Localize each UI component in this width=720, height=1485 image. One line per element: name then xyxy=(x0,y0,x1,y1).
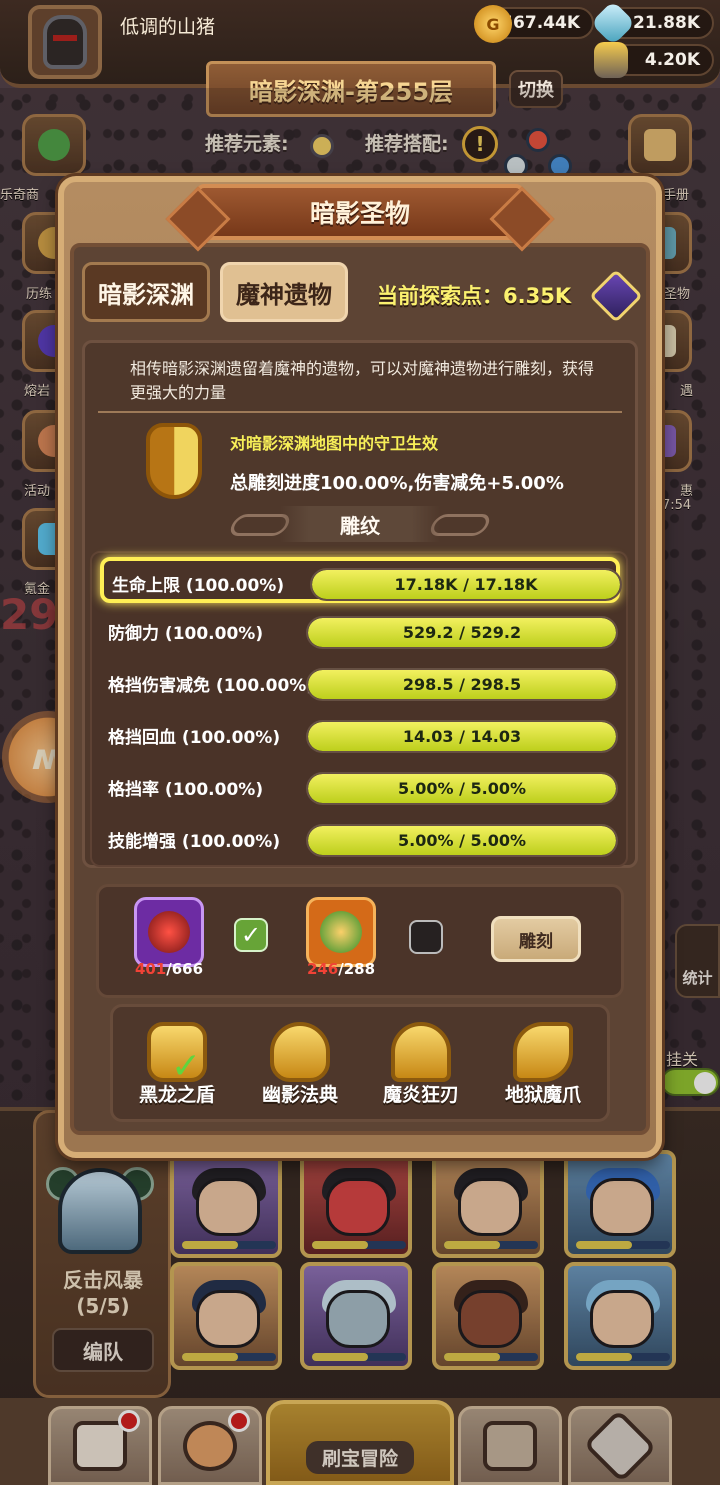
material-have-2: 246 xyxy=(306,960,339,978)
progress-value: 5.00% / 5.00% xyxy=(398,779,526,798)
relic-effect: 对暗影深渊地图中的守卫生效 xyxy=(230,434,439,453)
diamond-icon xyxy=(590,0,636,46)
progress-value: 298.5 / 298.5 xyxy=(402,675,522,694)
explore-points: 当前探索点：6.35K xyxy=(377,280,571,310)
golden-claw-icon xyxy=(513,1022,573,1082)
bag-amount: 4.20K xyxy=(644,50,700,70)
relic-black-dragon-shield[interactable]: ✓ 黑龙之盾 xyxy=(122,1022,232,1114)
relic-hell-claw[interactable]: 地狱魔爪 xyxy=(488,1022,598,1114)
material-count-1: 401/666 xyxy=(124,960,214,978)
stat-label: 生命上限 (100.00%) xyxy=(112,576,285,596)
progress-bar: 298.5 / 298.5 xyxy=(306,668,618,701)
description-divider xyxy=(98,411,622,413)
stat-label: 格挡回血 (100.00%) xyxy=(108,728,281,748)
material-checkbox-1[interactable]: ✓ xyxy=(234,918,268,952)
relic-demon-flame-blade[interactable]: 魔炎狂刃 xyxy=(366,1022,476,1114)
gold-counter[interactable]: G 567.44K xyxy=(474,5,594,43)
relic-name: 黑龙之盾 xyxy=(138,1084,215,1106)
material-total-2: /288 xyxy=(338,960,376,978)
purple-eye-icon[interactable] xyxy=(134,897,204,967)
dialog-title: 暗影圣物 xyxy=(196,184,524,240)
stat-row-block-heal[interactable]: 格挡回血 (100.00%) 14.03 / 14.03 xyxy=(100,713,620,759)
material-count-2: 246/288 xyxy=(296,960,386,978)
tab-demon-relics[interactable]: 魔神遗物 xyxy=(220,262,348,322)
carving-section-title: 雕纹 xyxy=(280,506,440,542)
progress-bar: 5.00% / 5.00% xyxy=(306,772,618,805)
stat-row-block-rate[interactable]: 格挡率 (100.00%) 5.00% / 5.00% xyxy=(100,765,620,811)
progress-value: 5.00% / 5.00% xyxy=(398,831,526,850)
total-carving-progress: 总雕刻进度100.00%,伤害减免+5.00% xyxy=(230,473,564,494)
player-name: 低调的山猪 xyxy=(120,16,216,38)
relic-description: 相传暗影深渊遗留着魔神的遗物，可以对魔神遗物进行雕刻，获得更强大的力量 xyxy=(130,359,595,402)
stat-row-block-damage-reduction[interactable]: 格挡伤害减免 (100.00%) 298.5 / 298.5 xyxy=(100,661,620,707)
explore-points-label: 当前探索点： xyxy=(377,284,503,308)
carve-button[interactable]: 雕刻 xyxy=(491,916,581,962)
material-total-1: /666 xyxy=(166,960,204,978)
progress-bar: 14.03 / 14.03 xyxy=(306,720,618,753)
progress-bar: 17.18K / 17.18K xyxy=(310,568,622,601)
progress-value: 529.2 / 529.2 xyxy=(402,623,522,642)
stat-label: 防御力 (100.00%) xyxy=(108,624,264,644)
treasure-bag-icon xyxy=(594,42,628,78)
relic-name: 幽影法典 xyxy=(261,1084,338,1106)
stat-row-defense[interactable]: 防御力 (100.00%) 529.2 / 529.2 xyxy=(100,609,620,655)
progress-value: 17.18K / 17.18K xyxy=(394,575,538,594)
progress-bar: 529.2 / 529.2 xyxy=(306,616,618,649)
explore-points-value: 6.35K xyxy=(503,284,572,308)
golden-wreath-icon xyxy=(270,1022,330,1082)
stat-label: 格挡伤害减免 (100.00%) xyxy=(108,676,315,696)
tab-shadow-abyss[interactable]: 暗影深渊 xyxy=(82,262,210,322)
green-eye-core-icon xyxy=(320,911,362,953)
gold-amount: 567.44K xyxy=(501,13,580,33)
progress-value: 14.03 / 14.03 xyxy=(402,727,522,746)
gold-coin-icon: G xyxy=(474,5,512,43)
red-eye-core-icon xyxy=(148,911,190,953)
stat-label: 格挡率 (100.00%) xyxy=(108,780,264,800)
player-avatar[interactable] xyxy=(28,5,102,79)
progress-bar: 5.00% / 5.00% xyxy=(306,824,618,857)
green-eye-icon[interactable] xyxy=(306,897,376,967)
stat-row-max-hp[interactable]: 生命上限 (100.00%) 17.18K / 17.18K xyxy=(100,557,622,603)
gem-counter[interactable]: 21.88K xyxy=(590,0,714,46)
knight-helmet-icon xyxy=(43,15,87,69)
relic-shadow-codex[interactable]: 幽影法典 xyxy=(245,1022,355,1114)
relic-name: 魔炎狂刃 xyxy=(382,1084,459,1106)
shield-icon xyxy=(146,423,202,499)
golden-blade-icon xyxy=(391,1022,451,1082)
stat-label: 技能增强 (100.00%) xyxy=(108,832,281,852)
gem-amount: 21.88K xyxy=(633,13,700,33)
relic-name: 地狱魔爪 xyxy=(504,1084,581,1106)
material-checkbox-2[interactable] xyxy=(409,920,443,954)
bag-counter[interactable]: 4.20K xyxy=(594,42,714,78)
stat-row-skill-boost[interactable]: 技能增强 (100.00%) 5.00% / 5.00% xyxy=(100,817,620,863)
selected-check-icon: ✓ xyxy=(171,1046,202,1087)
material-have-1: 401 xyxy=(134,960,167,978)
